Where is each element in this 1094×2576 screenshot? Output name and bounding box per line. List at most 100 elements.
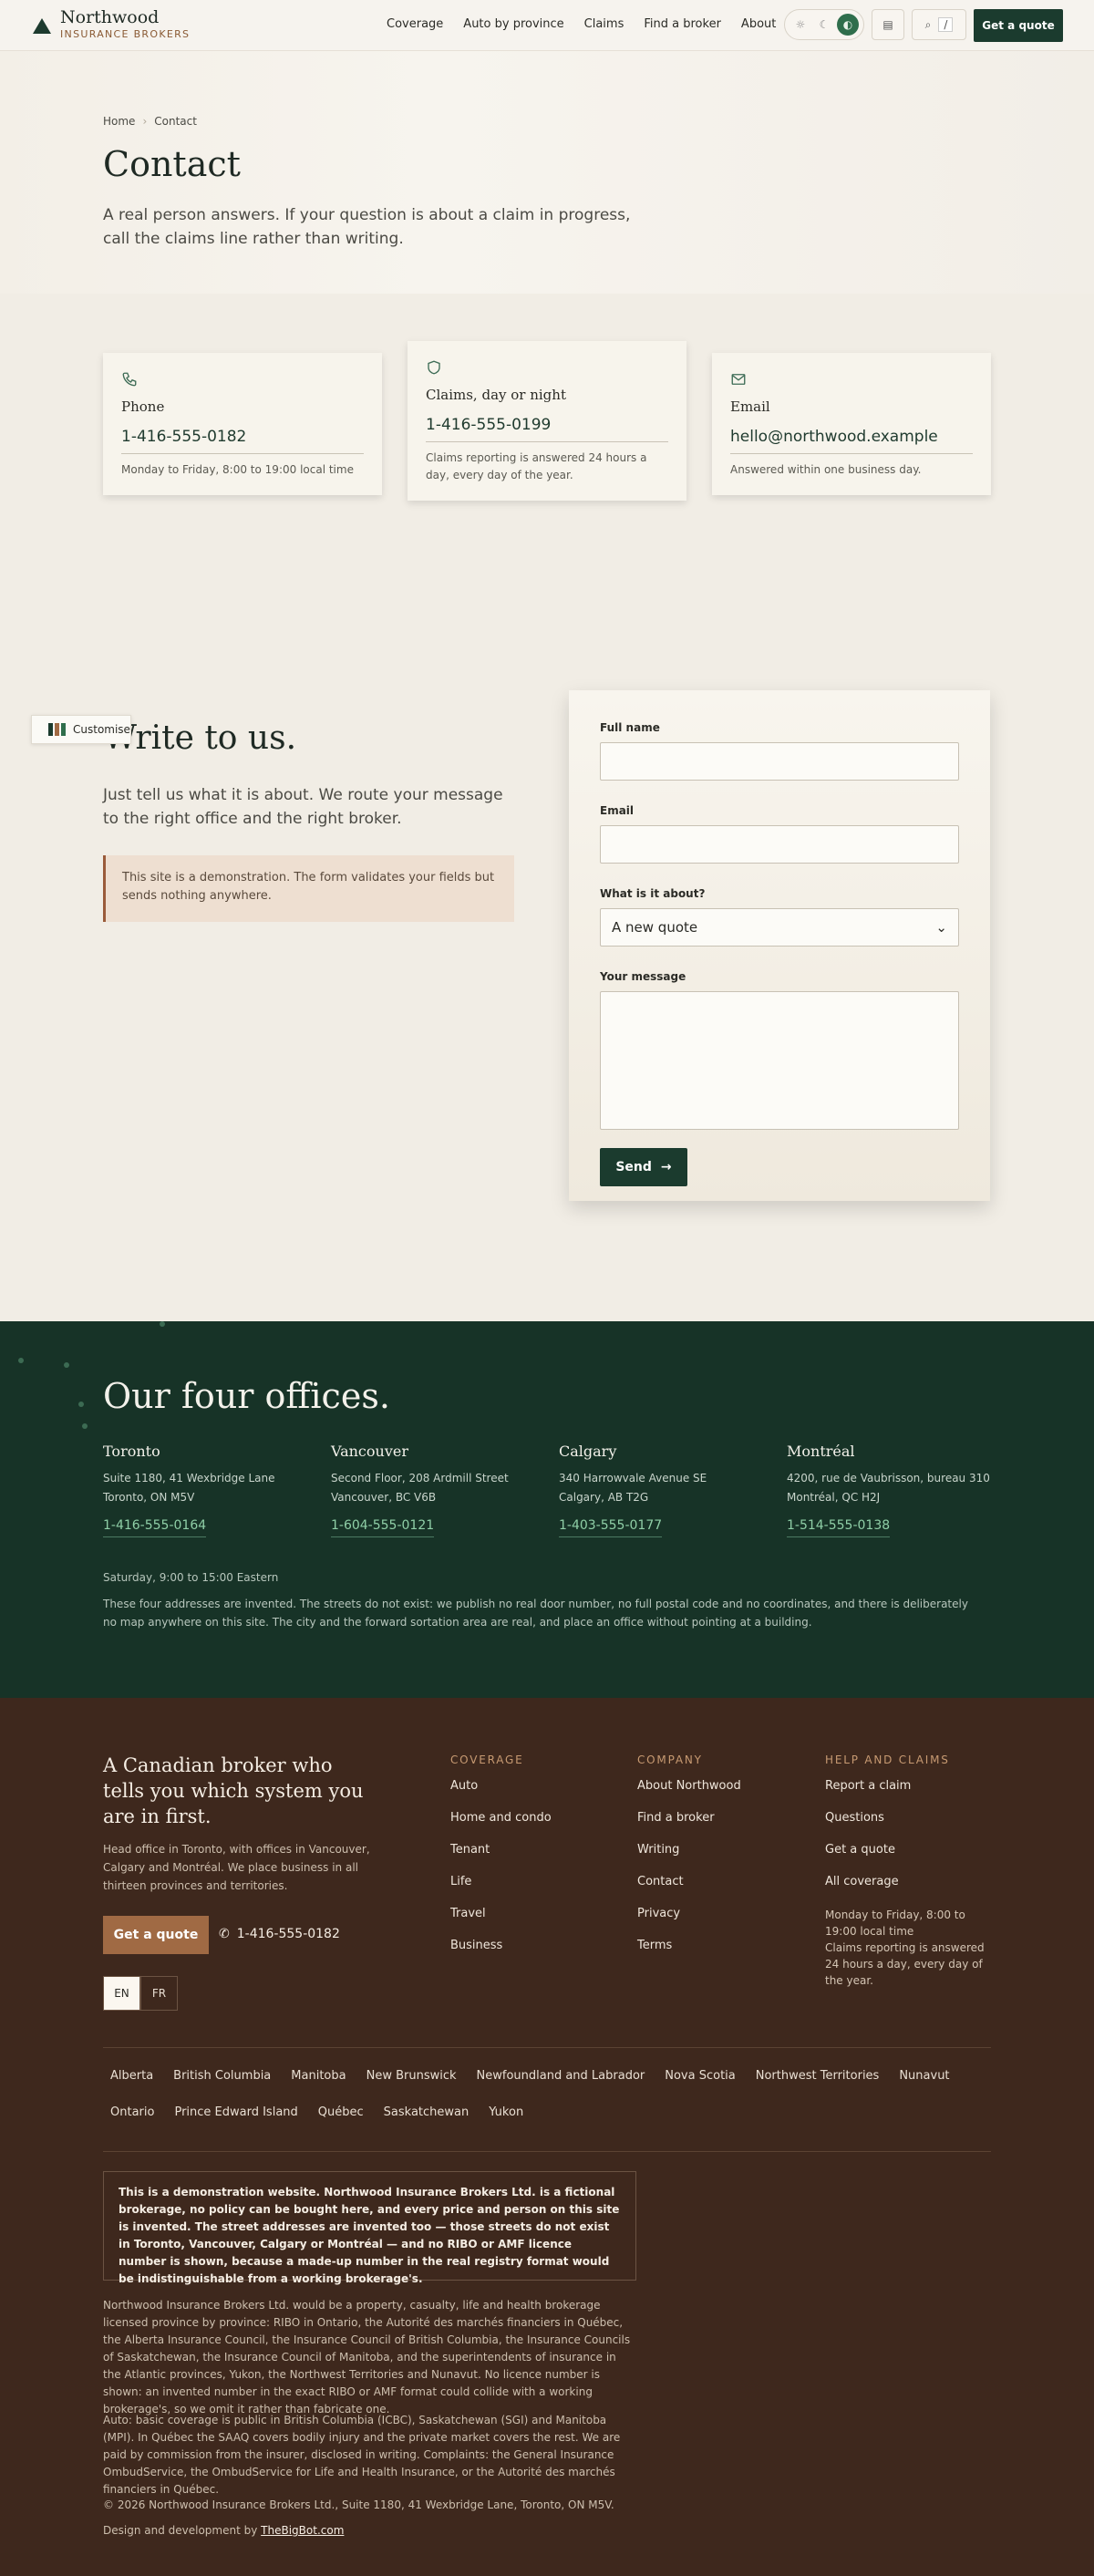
offices-disclaimer: These four addresses are invented. The s… [103,1598,968,1629]
province-link[interactable]: Yukon [481,2105,531,2121]
search-shortcut: / [938,17,954,32]
footer-link[interactable]: Home and condo [450,1811,624,1825]
province-link[interactable]: Northwest Territories [748,2068,887,2085]
card-title: Email [730,398,770,415]
book-icon: ▤ [882,18,893,31]
footer-description: Head office in Toronto, with offices in … [103,1843,370,1892]
phone-icon [122,372,137,387]
footer-link[interactable]: Contact [637,1875,810,1888]
message-label: Your message [600,970,686,983]
office-phone[interactable]: 1-514-555-0138 [787,1518,891,1537]
office-phone[interactable]: 1-416-555-0164 [103,1518,207,1537]
auto-coverage-note: Auto: basic coverage is public in Britis… [103,2414,621,2496]
province-link[interactable]: Manitoba [284,2068,353,2085]
moon-icon[interactable]: ☾ [813,14,835,36]
office-address-line: Suite 1180, 41 Wexbridge Lane [103,1472,275,1485]
footer-link[interactable]: About Northwood [637,1779,810,1793]
province-link[interactable]: British Columbia [166,2068,278,2085]
nav-find-a-broker[interactable]: Find a broker [644,17,721,31]
footer-link[interactable]: Auto [450,1779,624,1793]
topic-selected-value: A new quote [612,919,698,936]
decorative-dot [78,1402,84,1407]
copyright: © 2026 Northwood Insurance Brokers Ltd.,… [103,2498,614,2511]
province-link[interactable]: Saskatchewan [377,2105,477,2121]
decorative-dot [82,1423,88,1429]
office-address-line: 4200, rue de Vaubrisson, bureau 310 [787,1472,990,1485]
footer-link[interactable]: Travel [450,1907,624,1920]
footer-link[interactable]: All coverage [825,1875,993,1888]
credit-link[interactable]: TheBigBot.com [261,2524,344,2537]
email-field[interactable] [600,825,959,864]
footer-link[interactable]: Tenant [450,1843,624,1857]
page-title: Contact [103,144,241,184]
footer-link[interactable]: Business [450,1939,624,1952]
hero-lede: A real person answers. If your question … [103,206,631,248]
topic-select[interactable]: A new quote ⌄ [600,908,959,947]
footer-link[interactable]: Questions [825,1811,993,1825]
decorative-dot [64,1362,69,1368]
lang-fr-button[interactable]: FR [140,1976,178,2011]
footer-link[interactable]: Writing [637,1843,810,1857]
claims-phone-number[interactable]: 1-416-555-0199 [426,416,668,442]
province-link[interactable]: Nova Scotia [657,2068,743,2085]
get-quote-button[interactable]: Get a quote [974,9,1063,42]
nav-auto-by-province[interactable]: Auto by province [463,17,563,31]
footer-column-heading: HELP AND CLAIMS [825,1754,950,1766]
province-link[interactable]: Alberta [103,2068,160,2085]
office-toronto: Toronto Suite 1180, 41 Wexbridge Lane To… [103,1443,313,1537]
main-nav: Coverage Auto by province Claims Find a … [387,17,776,31]
office-phone[interactable]: 1-604-555-0121 [331,1518,435,1537]
province-link[interactable]: Newfoundland and Labrador [470,2068,653,2085]
nav-about[interactable]: About [741,17,776,31]
customise-button[interactable]: Customise [31,715,131,744]
province-list: Alberta British Columbia Manitoba New Br… [103,2068,991,2141]
footer-phone-number: 1-416-555-0182 [236,1927,340,1941]
site-footer: A Canadian broker who tells you which sy… [0,1698,1094,2576]
email-address[interactable]: hello@northwood.example [730,428,973,454]
offices-title: Our four offices. [103,1376,390,1416]
office-phone[interactable]: 1-403-555-0177 [559,1518,663,1537]
breadcrumb-home[interactable]: Home [103,115,135,128]
message-field[interactable] [600,991,959,1130]
email-label: Email [600,804,635,817]
nav-claims[interactable]: Claims [584,17,624,31]
card-note: Answered within one business day. [730,463,922,476]
province-link[interactable]: Prince Edward Island [167,2105,304,2121]
province-link[interactable]: Québec [311,2105,371,2121]
province-link[interactable]: Nunavut [892,2068,956,2085]
full-name-field[interactable] [600,742,959,781]
lang-en-button[interactable]: EN [103,1976,140,2011]
credit-prefix: Design and development by [103,2524,258,2537]
sun-icon[interactable]: ☼ [790,14,811,36]
language-switch: EN FR [103,1976,178,2011]
footer-quote-button[interactable]: Get a quote [103,1916,209,1954]
footer-link[interactable]: Life [450,1875,624,1888]
decorative-dot [160,1321,165,1327]
write-title: Write to us. [103,719,297,757]
phone-number[interactable]: 1-416-555-0182 [121,428,364,454]
contrast-icon[interactable]: ◐ [837,14,859,36]
footer-link[interactable]: Find a broker [637,1811,810,1825]
search-button[interactable]: ⌕ / [912,9,966,40]
send-button[interactable]: Send → [600,1148,687,1186]
email-card: Email hello@northwood.example Answered w… [712,353,991,495]
brand-logo[interactable]: Northwood INSURANCE BROKERS [33,8,190,40]
office-city: Calgary [559,1443,617,1460]
divider [103,2151,991,2152]
footer-link[interactable]: Terms [637,1939,810,1952]
full-name-label: Full name [600,721,660,734]
reader-button[interactable]: ▤ [872,9,904,40]
phone-icon: ✆ [219,1927,230,1941]
footer-help-column: HELP AND CLAIMS Report a claim Questions… [825,1754,993,1989]
nav-coverage[interactable]: Coverage [387,17,443,31]
province-link[interactable]: New Brunswick [359,2068,464,2085]
footer-link[interactable]: Report a claim [825,1779,993,1793]
footer-link[interactable]: Privacy [637,1907,810,1920]
footer-link[interactable]: Get a quote [825,1843,993,1857]
decorative-dot [18,1358,24,1363]
footer-phone[interactable]: ✆ 1-416-555-0182 [219,1927,340,1941]
province-link[interactable]: Ontario [103,2105,161,2121]
mail-icon [731,374,746,385]
office-calgary: Calgary 340 Harrowvale Avenue SE Calgary… [559,1443,769,1537]
write-lede: Just tell us what it is about. We route … [103,786,503,828]
